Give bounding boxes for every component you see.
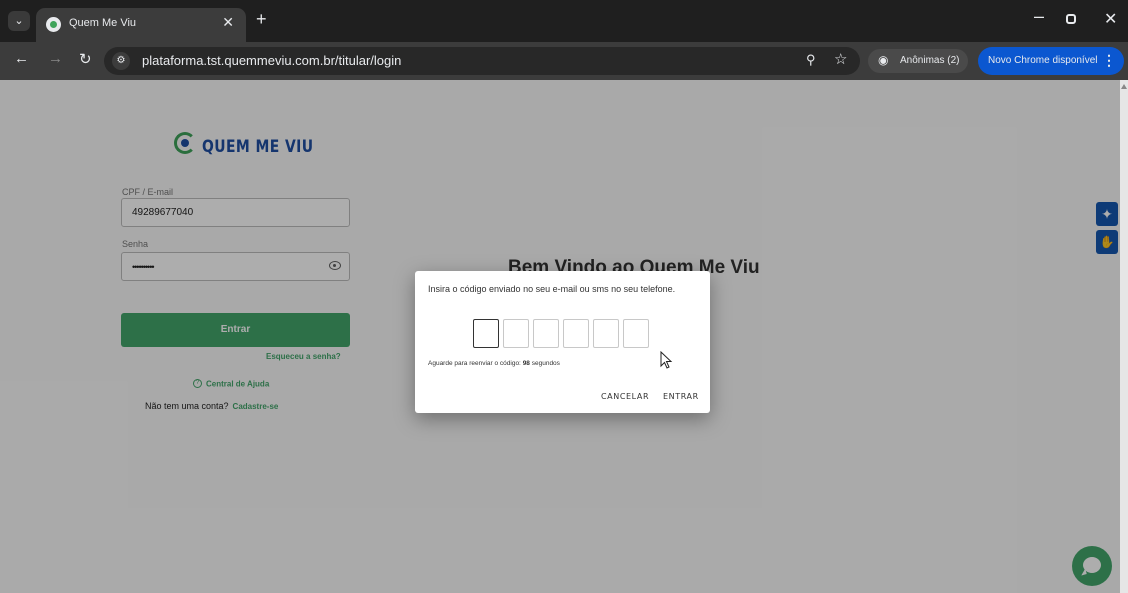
browser-toolbar: ← → ↻ ⚙ plataforma.tst.quemmeviu.com.br/… <box>0 42 1128 80</box>
verification-dialog: Insira o código enviado no seu e-mail ou… <box>415 271 710 413</box>
incognito-label: Anônimas (2) <box>900 55 960 66</box>
tune-icon[interactable]: ⚙ <box>112 52 130 70</box>
tab-search-button[interactable]: ⌄ <box>8 11 30 31</box>
incognito-icon: ◉ <box>878 53 889 67</box>
tab-title: Quem Me Viu <box>69 17 137 29</box>
tab-strip: ⌄ Quem Me Viu ✕ + – ✕ <box>0 0 1128 42</box>
page-viewport: QUEM ME VIU CPF / E-mail 49289677040 Sen… <box>0 80 1128 593</box>
code-digit-3[interactable] <box>533 319 559 348</box>
code-digit-6[interactable] <box>623 319 649 348</box>
resend-prefix: Aguarde para reenviar o código: <box>428 360 521 367</box>
code-digit-5[interactable] <box>593 319 619 348</box>
address-bar[interactable]: ⚙ plataforma.tst.quemmeviu.com.br/titula… <box>104 47 860 75</box>
kebab-icon[interactable]: ⋮ <box>1102 52 1116 69</box>
code-digit-4[interactable] <box>563 319 589 348</box>
reload-icon[interactable]: ↻ <box>79 50 92 68</box>
zoom-icon[interactable]: ⚲ <box>806 52 816 68</box>
scrollbar[interactable] <box>1120 80 1128 593</box>
url-text[interactable]: plataforma.tst.quemmeviu.com.br/titular/… <box>142 53 401 68</box>
dialog-message: Insira o código enviado no seu e-mail ou… <box>428 284 676 294</box>
mouse-cursor-icon <box>660 351 673 369</box>
cancel-button[interactable]: CANCELAR <box>601 392 649 401</box>
code-digit-1[interactable] <box>473 319 499 348</box>
resend-countdown: Aguarde para reenviar o código: 98 segun… <box>428 360 560 367</box>
enter-button[interactable]: ENTRAR <box>663 392 699 401</box>
update-label: Novo Chrome disponível <box>988 55 1098 66</box>
chrome-update-button[interactable]: Novo Chrome disponível ⋮ <box>978 47 1124 75</box>
plus-icon[interactable]: + <box>256 9 267 30</box>
resend-seconds: 98 <box>522 360 530 367</box>
resend-suffix: segundos <box>531 360 560 367</box>
favicon-icon <box>46 17 61 32</box>
scroll-up-icon[interactable] <box>1121 84 1127 89</box>
incognito-button[interactable]: ◉ Anônimas (2) <box>868 49 968 73</box>
code-digit-2[interactable] <box>503 319 529 348</box>
minimize-icon[interactable]: – <box>1034 6 1044 27</box>
chevron-down-icon: ⌄ <box>14 15 24 27</box>
maximize-icon[interactable] <box>1066 14 1076 24</box>
arrow-left-icon[interactable]: ← <box>14 50 29 67</box>
window-close-icon[interactable]: ✕ <box>1104 9 1117 29</box>
browser-tab[interactable]: Quem Me Viu ✕ <box>36 8 246 42</box>
close-icon[interactable]: ✕ <box>222 14 234 31</box>
arrow-right-icon[interactable]: → <box>48 50 63 67</box>
star-icon[interactable]: ☆ <box>834 50 847 68</box>
